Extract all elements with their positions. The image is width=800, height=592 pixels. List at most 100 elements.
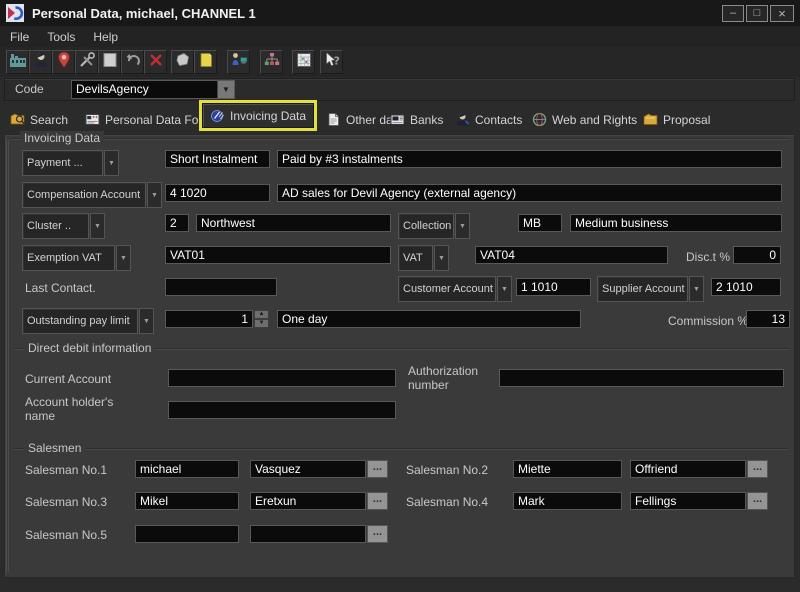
- last-contact-field[interactable]: [165, 278, 277, 296]
- commission-field[interactable]: [746, 310, 790, 328]
- tab-proposal[interactable]: Proposal: [643, 112, 710, 127]
- tab-invoicing-data[interactable]: Invoicing Data: [202, 103, 314, 128]
- person-button[interactable]: [29, 50, 52, 74]
- maximize-button[interactable]: □: [746, 5, 768, 22]
- notes-icon: [197, 51, 215, 74]
- tab-web-and-rights[interactable]: Web and Rights: [532, 112, 637, 127]
- outstanding-desc-field[interactable]: [277, 310, 581, 328]
- vat-field[interactable]: [475, 246, 668, 264]
- authorization-number-field[interactable]: [499, 369, 784, 387]
- exemption-vat-field[interactable]: [165, 246, 391, 264]
- tab-personal-data-form[interactable]: Personal Data Form: [85, 112, 212, 127]
- exemption-vat-button[interactable]: Exemption VAT: [22, 245, 115, 271]
- supplier-account-dropdown-icon[interactable]: ▼: [689, 276, 704, 302]
- salesman4-first-field[interactable]: [513, 492, 622, 510]
- salesman1-browse-button[interactable]: ...: [367, 460, 388, 478]
- compensation-dropdown-icon[interactable]: ▼: [147, 182, 162, 208]
- code-combobox[interactable]: DevilsAgency ▼: [71, 80, 235, 99]
- exemption-vat-dropdown-icon[interactable]: ▼: [116, 245, 131, 271]
- payment-desc-field[interactable]: [277, 150, 782, 168]
- outstanding-dropdown-icon[interactable]: ▼: [139, 308, 154, 334]
- copy-icon: [174, 51, 192, 74]
- help-pointer-icon: ?: [323, 51, 341, 74]
- account-holder-field[interactable]: [168, 401, 396, 419]
- vat-dropdown-icon[interactable]: ▼: [434, 245, 449, 271]
- collection-button[interactable]: Collection: [398, 213, 454, 239]
- schedule-icon: [295, 51, 313, 74]
- salesman2-browse-button[interactable]: ...: [747, 460, 768, 478]
- new-page-button[interactable]: [98, 50, 121, 74]
- collection-desc-field[interactable]: [570, 214, 782, 232]
- outstanding-value-field[interactable]: [165, 310, 253, 328]
- salesman3-browse-button[interactable]: ...: [367, 492, 388, 510]
- discount-field[interactable]: [733, 246, 781, 264]
- menu-file[interactable]: File: [10, 30, 29, 44]
- outstanding-pay-limit-button[interactable]: Outstanding pay limit: [22, 308, 138, 334]
- supplier-account-button[interactable]: Supplier Account: [597, 276, 688, 302]
- code-panel: Code DevilsAgency ▼: [4, 78, 795, 101]
- payment-code-field[interactable]: [165, 150, 270, 168]
- salesman5-browse-button[interactable]: ...: [367, 525, 388, 543]
- current-account-field[interactable]: [168, 369, 396, 387]
- salesman5-last-field[interactable]: [250, 525, 366, 543]
- menu-tools[interactable]: Tools: [47, 30, 75, 44]
- globe-icon: [532, 112, 547, 127]
- commission-label: Commission %: [668, 314, 748, 328]
- person-icon: [32, 51, 50, 74]
- salesman2-first-field[interactable]: [513, 460, 622, 478]
- payment-button[interactable]: Payment ...: [22, 150, 103, 176]
- compensation-account-button[interactable]: Compensation Account: [22, 182, 146, 208]
- salesman1-last-field[interactable]: [250, 460, 366, 478]
- schedule-button[interactable]: [292, 50, 315, 74]
- spinner-up-icon[interactable]: ▲: [254, 310, 269, 319]
- cluster-desc-field[interactable]: [196, 214, 391, 232]
- account-holder-label: Account holder's name: [25, 395, 135, 423]
- vat-button[interactable]: VAT: [398, 245, 433, 271]
- chevron-down-icon[interactable]: ▼: [217, 81, 234, 98]
- salesman4-last-field[interactable]: [630, 492, 746, 510]
- salesman3-first-field[interactable]: [135, 492, 239, 510]
- tab-label: Contacts: [475, 113, 522, 127]
- salesman4-browse-button[interactable]: ...: [747, 492, 768, 510]
- location-button[interactable]: [52, 50, 75, 74]
- title-bar: Personal Data, michael, CHANNEL 1 – □ ×: [0, 0, 800, 26]
- salesman1-first-field[interactable]: [135, 460, 239, 478]
- notes-button[interactable]: [194, 50, 217, 74]
- customer-account-dropdown-icon[interactable]: ▼: [497, 276, 512, 302]
- tab-search[interactable]: Search: [10, 112, 68, 127]
- companies-button[interactable]: [6, 50, 29, 74]
- help-pointer-button[interactable]: ?: [320, 50, 343, 74]
- salesman2-last-field[interactable]: [630, 460, 746, 478]
- customer-account-button[interactable]: Customer Account: [398, 276, 496, 302]
- salesman5-first-field[interactable]: [135, 525, 239, 543]
- employee-button[interactable]: [227, 50, 250, 74]
- tab-banks[interactable]: Banks: [390, 112, 443, 127]
- cluster-code-field[interactable]: [165, 214, 189, 232]
- tab-label: Search: [30, 113, 68, 127]
- bank-card-icon: [390, 112, 405, 127]
- cluster-button[interactable]: Cluster ..: [22, 213, 89, 239]
- current-account-label: Current Account: [25, 372, 111, 386]
- customer-account-field[interactable]: [516, 278, 591, 296]
- minimize-button[interactable]: –: [722, 5, 744, 22]
- hierarchy-button[interactable]: [260, 50, 283, 74]
- copy-button[interactable]: [171, 50, 194, 74]
- collection-dropdown-icon[interactable]: ▼: [455, 213, 470, 239]
- close-button[interactable]: ×: [770, 5, 794, 22]
- compensation-code-field[interactable]: [165, 184, 270, 202]
- group-title: Invoicing Data: [20, 131, 104, 145]
- supplier-account-field[interactable]: [711, 278, 781, 296]
- spinner-down-icon[interactable]: ▼: [254, 319, 269, 328]
- compensation-desc-field[interactable]: [277, 184, 782, 202]
- undo-button[interactable]: [121, 50, 144, 74]
- menu-bar: File Tools Help: [0, 26, 800, 47]
- delete-button[interactable]: [144, 50, 167, 74]
- collection-code-field[interactable]: [518, 214, 562, 232]
- tab-label: Web and Rights: [552, 113, 637, 127]
- tools-button[interactable]: [75, 50, 98, 74]
- cluster-dropdown-icon[interactable]: ▼: [90, 213, 105, 239]
- salesman3-last-field[interactable]: [250, 492, 366, 510]
- tab-contacts[interactable]: Contacts: [455, 112, 522, 127]
- menu-help[interactable]: Help: [93, 30, 118, 44]
- payment-dropdown-icon[interactable]: ▼: [104, 150, 119, 176]
